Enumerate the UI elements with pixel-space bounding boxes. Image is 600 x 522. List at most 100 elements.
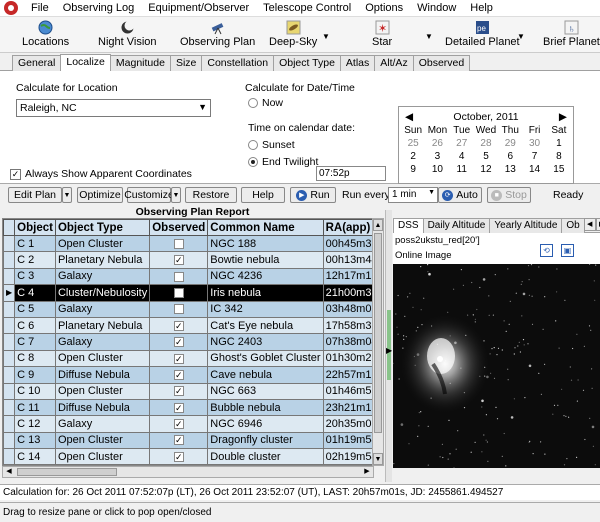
splitter-grip[interactable] — [387, 310, 391, 380]
grid-horizontal-scrollbar[interactable]: ◀ ▶ — [2, 466, 374, 478]
table-row[interactable]: C 14Open Cluster ✓ Double cluster02h19m54s… — [3, 448, 373, 465]
tab-alt-az[interactable]: Alt/Az — [374, 55, 414, 71]
deep-sky-button[interactable]: Deep-Sky — [269, 19, 317, 51]
star-button[interactable]: ✶ Star — [372, 19, 392, 51]
pane-splitter[interactable]: ▶ — [385, 210, 392, 482]
customize-button[interactable]: Customize — [124, 187, 174, 203]
column-header-common-name[interactable]: Common Name — [207, 219, 324, 236]
star-dropdown-icon[interactable]: ▼ — [425, 32, 433, 41]
now-radio[interactable]: Now — [248, 97, 283, 109]
tab-constellation[interactable]: Constellation — [201, 55, 275, 71]
stop-button[interactable]: ■ Stop — [487, 187, 531, 203]
sunset-radio[interactable]: Sunset — [248, 139, 295, 151]
table-row[interactable]: C 6 Planetary Nebula ✓ Cat's Eye nebula 17h5… — [3, 316, 373, 335]
calendar-day[interactable]: 12 — [474, 164, 498, 175]
calendar-prev-icon[interactable]: ◀ — [405, 111, 413, 123]
calendar-day[interactable]: 1 — [547, 138, 571, 149]
observed-checkbox[interactable]: ✓ — [173, 255, 184, 266]
observed-checkbox[interactable]: ✓ — [173, 337, 184, 348]
scroll-down-icon[interactable]: ▼ — [373, 453, 383, 465]
tab-more[interactable]: Ob — [561, 218, 585, 233]
table-row[interactable]: C 7Galaxy ✓ NGC 240307h38m04s.1 — [3, 333, 373, 351]
calendar-day[interactable]: 9 — [401, 164, 425, 175]
column-header-object-type[interactable]: Object Type — [54, 219, 151, 236]
detailed-planet-dropdown-icon[interactable]: ▼ — [517, 32, 525, 41]
table-row[interactable]: C 11Diffuse Nebula ✓ Bubble nebula23h21m16… — [3, 398, 373, 417]
calendar-day[interactable]: 26 — [425, 138, 449, 149]
observed-checkbox[interactable]: ✓ — [173, 353, 184, 364]
table-row[interactable]: C 12Galaxy ✓ NGC 694620h35m02s.2 — [3, 415, 373, 433]
calendar-day[interactable]: 13 — [498, 164, 522, 175]
table-row[interactable]: C 5Galaxy IC 34203h48m02s.4 — [3, 300, 373, 318]
calendar-day[interactable]: 10 — [425, 164, 449, 175]
scroll-thumb[interactable] — [374, 233, 382, 433]
tab-observed[interactable]: Observed — [412, 55, 471, 71]
table-row[interactable]: C 3Galaxy NGC 423612h17m12s.6 — [3, 267, 373, 286]
edit-plan-button[interactable]: Edit Plan — [8, 187, 62, 203]
table-row[interactable]: C 13 Open Cluster ✓ Dragonfly cluster 01h19m… — [3, 431, 373, 450]
calendar-day[interactable]: 25 — [401, 138, 425, 149]
observed-checkbox[interactable] — [173, 287, 184, 298]
run-button[interactable]: ▶ Run — [290, 187, 336, 203]
run-every-select[interactable]: 1 min ▼ — [388, 187, 438, 203]
scroll-left-icon[interactable]: ◀ — [3, 467, 15, 477]
chevron-right-icon[interactable]: ▶ — [595, 218, 600, 231]
night-vision-button[interactable]: Night Vision — [98, 19, 157, 51]
observed-checkbox[interactable] — [173, 238, 184, 249]
deep-sky-dropdown-icon[interactable]: ▼ — [322, 32, 330, 41]
column-header-observed[interactable]: Observed — [149, 219, 209, 236]
calendar-day[interactable]: 27 — [450, 138, 474, 149]
calendar-day[interactable]: 8 — [547, 151, 571, 162]
customize-dropdown-button[interactable]: ▼ — [171, 187, 181, 203]
observed-checkbox[interactable]: ✓ — [173, 451, 184, 462]
calendar-day[interactable]: 11 — [450, 164, 474, 175]
chevron-left-icon[interactable]: ◀ — [583, 218, 596, 231]
location-select[interactable]: Raleigh, NC ▼ — [16, 99, 211, 117]
tab-magnitude[interactable]: Magnitude — [109, 55, 171, 71]
menu-file[interactable]: File — [24, 2, 56, 14]
table-row[interactable]: C 1Open Cluster NGC 18800h45m32s.0 — [3, 234, 373, 253]
edit-plan-dropdown-button[interactable]: ▼ — [62, 187, 72, 203]
tab-dss[interactable]: DSS — [393, 218, 424, 233]
calendar-day[interactable]: 6 — [498, 151, 522, 162]
restore-button[interactable]: Restore — [185, 187, 237, 203]
grid-vertical-scrollbar[interactable]: ▲ ▼ — [372, 218, 384, 466]
calendar-day[interactable]: 15 — [547, 164, 571, 175]
calendar-day[interactable]: 3 — [425, 151, 449, 162]
observed-checkbox[interactable] — [173, 271, 184, 282]
observed-checkbox[interactable]: ✓ — [173, 386, 184, 397]
observed-checkbox[interactable]: ✓ — [173, 419, 184, 430]
scroll-right-icon[interactable]: ▶ — [361, 467, 373, 477]
tab-size[interactable]: Size — [169, 55, 203, 71]
menu-window[interactable]: Window — [410, 2, 463, 14]
table-row[interactable]: C 10Open Cluster ✓ NGC 66301h46m53s.7 — [3, 382, 373, 400]
tab-yearly-altitude[interactable]: Yearly Altitude — [489, 218, 563, 233]
calendar-day[interactable]: 30 — [522, 138, 546, 149]
save-icon[interactable]: ▣ — [561, 244, 574, 257]
calendar-day[interactable]: 2 — [401, 151, 425, 162]
menu-equipment-observer[interactable]: Equipment/Observer — [141, 2, 256, 14]
observed-checkbox[interactable]: ✓ — [173, 369, 184, 380]
app-logo-icon[interactable] — [4, 1, 18, 15]
optimize-button[interactable]: Optimize — [77, 187, 123, 203]
table-row[interactable]: C 2 Planetary Nebula ✓ Bowtie nebula 00h13m4… — [3, 251, 373, 269]
scroll-up-icon[interactable]: ▲ — [373, 219, 383, 231]
always-apparent-checkbox[interactable]: ✓ Always Show Apparent Coordinates — [10, 168, 192, 180]
observed-checkbox[interactable]: ✓ — [173, 402, 184, 413]
calendar-day[interactable]: 4 — [450, 151, 474, 162]
column-header-object[interactable]: Object — [14, 219, 56, 236]
calendar-day[interactable]: 7 — [522, 151, 546, 162]
table-row[interactable]: ▶ C 4 Cluster/Nebulosity Iris nebula 21h00m3… — [3, 284, 373, 302]
column-header-ra[interactable]: RA(app) — [322, 219, 373, 236]
tab-localize[interactable]: Localize — [60, 54, 111, 71]
calendar-day[interactable]: 14 — [522, 164, 546, 175]
observing-plan-button[interactable]: Observing Plan — [180, 19, 255, 51]
table-row[interactable]: C 9Diffuse Nebula ✓ Cave nebula22h57m12s.7 — [3, 366, 373, 384]
calendar-day[interactable]: 29 — [498, 138, 522, 149]
calendar-day[interactable]: 5 — [474, 151, 498, 162]
tab-object-type[interactable]: Object Type — [273, 55, 341, 71]
end-twilight-radio[interactable]: End Twilight — [248, 156, 318, 168]
tab-daily-altitude[interactable]: Daily Altitude — [422, 218, 491, 233]
help-button[interactable]: Help — [241, 187, 285, 203]
menu-observing-log[interactable]: Observing Log — [56, 2, 142, 14]
